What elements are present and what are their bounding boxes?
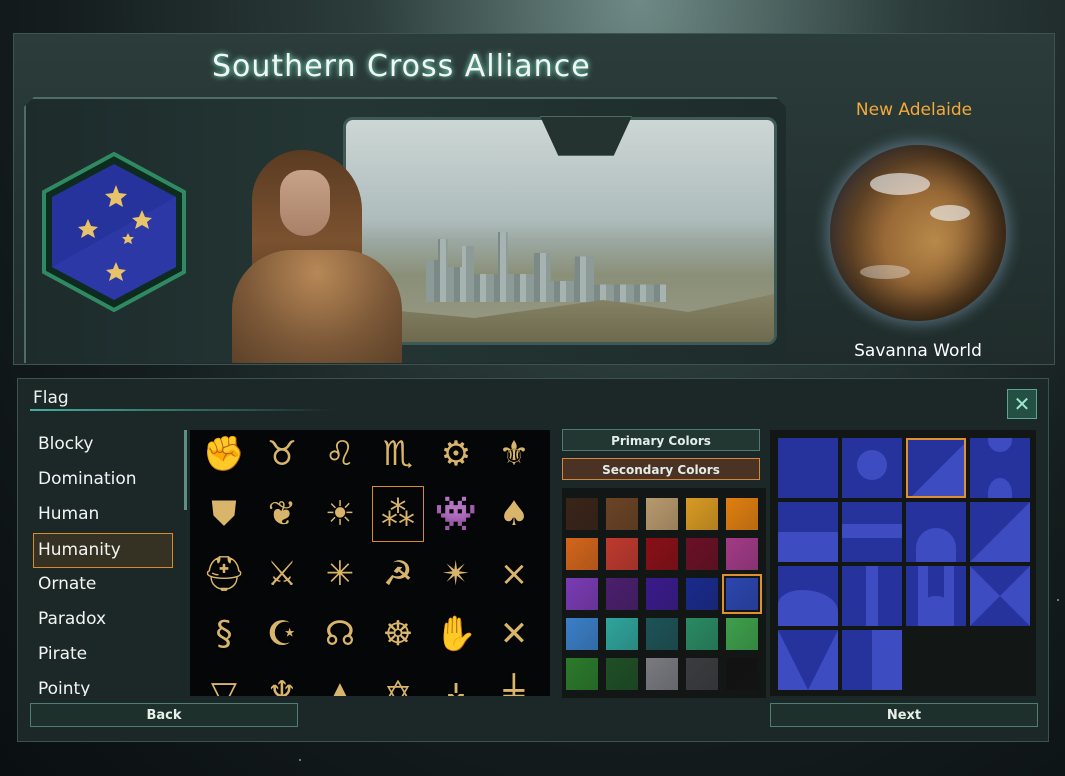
color-swatch[interactable] xyxy=(726,538,758,570)
raised-fist-icon[interactable]: ✊ xyxy=(198,430,250,482)
empire-name: Southern Cross Alliance xyxy=(212,49,591,84)
background-pattern-grid xyxy=(770,430,1036,696)
homeworld-planet xyxy=(830,145,1006,321)
space-invader-icon[interactable]: 👾 xyxy=(430,486,482,542)
color-swatch[interactable] xyxy=(606,578,638,610)
partial-symbol-icon[interactable]: ▽ xyxy=(198,666,250,696)
category-item-ornate[interactable]: Ornate xyxy=(30,568,180,603)
color-swatch[interactable] xyxy=(566,498,598,530)
city-skyline xyxy=(426,232,666,302)
leader-face xyxy=(280,170,330,236)
triquetra-icon[interactable]: ☸ xyxy=(372,606,424,662)
pattern-helm[interactable] xyxy=(906,566,966,626)
category-item-human[interactable]: Human xyxy=(30,498,180,533)
category-scrollbar[interactable] xyxy=(184,430,187,510)
confederate-cross-icon[interactable]: ⨯ xyxy=(488,546,540,602)
category-item-pirate[interactable]: Pirate xyxy=(30,638,180,673)
spade-icon[interactable]: ♠ xyxy=(488,486,540,542)
tab-primary-colors[interactable]: Primary Colors xyxy=(562,429,760,451)
cogwheel-icon[interactable]: ⚙ xyxy=(430,430,482,482)
leader-body xyxy=(232,250,402,363)
next-button[interactable]: Next xyxy=(770,703,1038,727)
close-x-icon: ✕ xyxy=(1013,392,1031,416)
partial-symbol-icon[interactable]: ⚶ xyxy=(430,666,482,696)
category-item-paradox[interactable]: Paradox xyxy=(30,603,180,638)
category-list: Blocky Domination Human Humanity Ornate Parad… xyxy=(30,428,180,696)
pattern-stripe-middle[interactable] xyxy=(842,502,902,562)
color-swatch[interactable] xyxy=(606,538,638,570)
snake-s-icon[interactable]: § xyxy=(198,606,250,662)
pattern-wave[interactable] xyxy=(778,566,838,626)
pattern-half-dome[interactable] xyxy=(906,502,966,562)
color-swatch[interactable] xyxy=(606,618,638,650)
lion-head-icon[interactable]: ♌ xyxy=(314,430,366,482)
arabic-calligraphy-icon[interactable]: ☪ xyxy=(256,606,308,662)
color-swatch[interactable] xyxy=(722,574,762,614)
pattern-solid[interactable] xyxy=(778,438,838,498)
partial-symbol-icon[interactable]: ♆ xyxy=(256,666,308,696)
category-item-blocky[interactable]: Blocky xyxy=(30,428,180,463)
color-swatch[interactable] xyxy=(726,658,758,690)
color-swatch[interactable] xyxy=(686,618,718,650)
title-divider xyxy=(30,409,334,411)
compass-star-icon[interactable]: ✴ xyxy=(430,546,482,602)
union-jack-icon[interactable]: ✕ xyxy=(488,606,540,662)
flag-emblem xyxy=(42,152,186,312)
category-item-pointy[interactable]: Pointy xyxy=(30,673,180,696)
leader-portrait xyxy=(232,150,402,363)
tab-secondary-colors[interactable]: Secondary Colors xyxy=(562,458,760,480)
pattern-bowtie[interactable] xyxy=(970,566,1030,626)
pattern-v-notch[interactable] xyxy=(778,630,838,690)
pattern-two-circles[interactable] xyxy=(970,438,1030,498)
southern-cross-stars-icon[interactable]: ⁂ xyxy=(372,486,424,542)
color-swatch[interactable] xyxy=(686,498,718,530)
planet-type: Savanna World xyxy=(854,341,982,361)
pattern-vertical-bar[interactable] xyxy=(842,566,902,626)
symbol-grid: ✊ ♉ ♌ ♏ ⚙ ⚜ ⛊ ❦ ☀ ⁂ 👾 ♠ ⛑ ⚔ ✳ ☭ ✴ ⨯ § ☪ ☊ ☸ ✋ ✕ ▽ ♆ ▲ ✡ ⚶ ╪ xyxy=(190,430,550,696)
color-swatch[interactable] xyxy=(606,498,638,530)
fern-leaf-icon[interactable]: ❦ xyxy=(256,486,308,542)
back-button[interactable]: Back xyxy=(30,703,298,727)
color-swatch[interactable] xyxy=(646,578,678,610)
color-swatch[interactable] xyxy=(646,498,678,530)
color-swatch-grid xyxy=(562,488,766,698)
color-swatch[interactable] xyxy=(726,618,758,650)
hammer-sickle-icon[interactable]: ☭ xyxy=(372,546,424,602)
fleur-de-lis-icon[interactable]: ⚜ xyxy=(488,430,540,482)
winged-dagger-icon[interactable]: ⚔ xyxy=(256,546,308,602)
pattern-circle[interactable] xyxy=(842,438,902,498)
color-swatch[interactable] xyxy=(646,538,678,570)
pattern-diagonal[interactable] xyxy=(906,438,966,498)
category-item-domination[interactable]: Domination xyxy=(30,463,180,498)
color-swatch[interactable] xyxy=(606,658,638,690)
partial-symbol-icon[interactable]: ✡ xyxy=(372,666,424,696)
color-swatch[interactable] xyxy=(566,658,598,690)
color-swatch[interactable] xyxy=(566,538,598,570)
planet-name: New Adelaide xyxy=(855,100,973,120)
section-title: Flag xyxy=(33,388,69,408)
color-swatch[interactable] xyxy=(646,618,678,650)
color-swatch[interactable] xyxy=(686,658,718,690)
pattern-vertical-split[interactable] xyxy=(842,630,902,690)
hand-icon[interactable]: ✋ xyxy=(430,606,482,662)
category-item-humanity[interactable]: Humanity xyxy=(33,533,173,568)
lion-face-icon[interactable]: ☀ xyxy=(314,486,366,542)
spartan-helmet-icon[interactable]: ⛑ xyxy=(198,546,250,602)
close-button[interactable]: ✕ xyxy=(1007,389,1037,419)
scorpion-icon[interactable]: ♏ xyxy=(372,430,424,482)
color-swatch[interactable] xyxy=(566,618,598,650)
color-swatch[interactable] xyxy=(646,658,678,690)
bull-head-icon[interactable]: ♉ xyxy=(256,430,308,482)
color-swatch[interactable] xyxy=(566,578,598,610)
color-swatch[interactable] xyxy=(686,538,718,570)
color-swatch[interactable] xyxy=(686,578,718,610)
pattern-diagonal-lower[interactable] xyxy=(970,502,1030,562)
horseshoe-star-icon[interactable]: ☊ xyxy=(314,606,366,662)
spider-icon[interactable]: ✳ xyxy=(314,546,366,602)
partial-symbol-icon[interactable]: ╪ xyxy=(488,666,540,696)
color-swatch[interactable] xyxy=(726,498,758,530)
eagle-shield-icon[interactable]: ⛊ xyxy=(198,486,250,542)
partial-symbol-icon[interactable]: ▲ xyxy=(314,666,366,696)
pattern-stripe-bottom[interactable] xyxy=(778,502,838,562)
